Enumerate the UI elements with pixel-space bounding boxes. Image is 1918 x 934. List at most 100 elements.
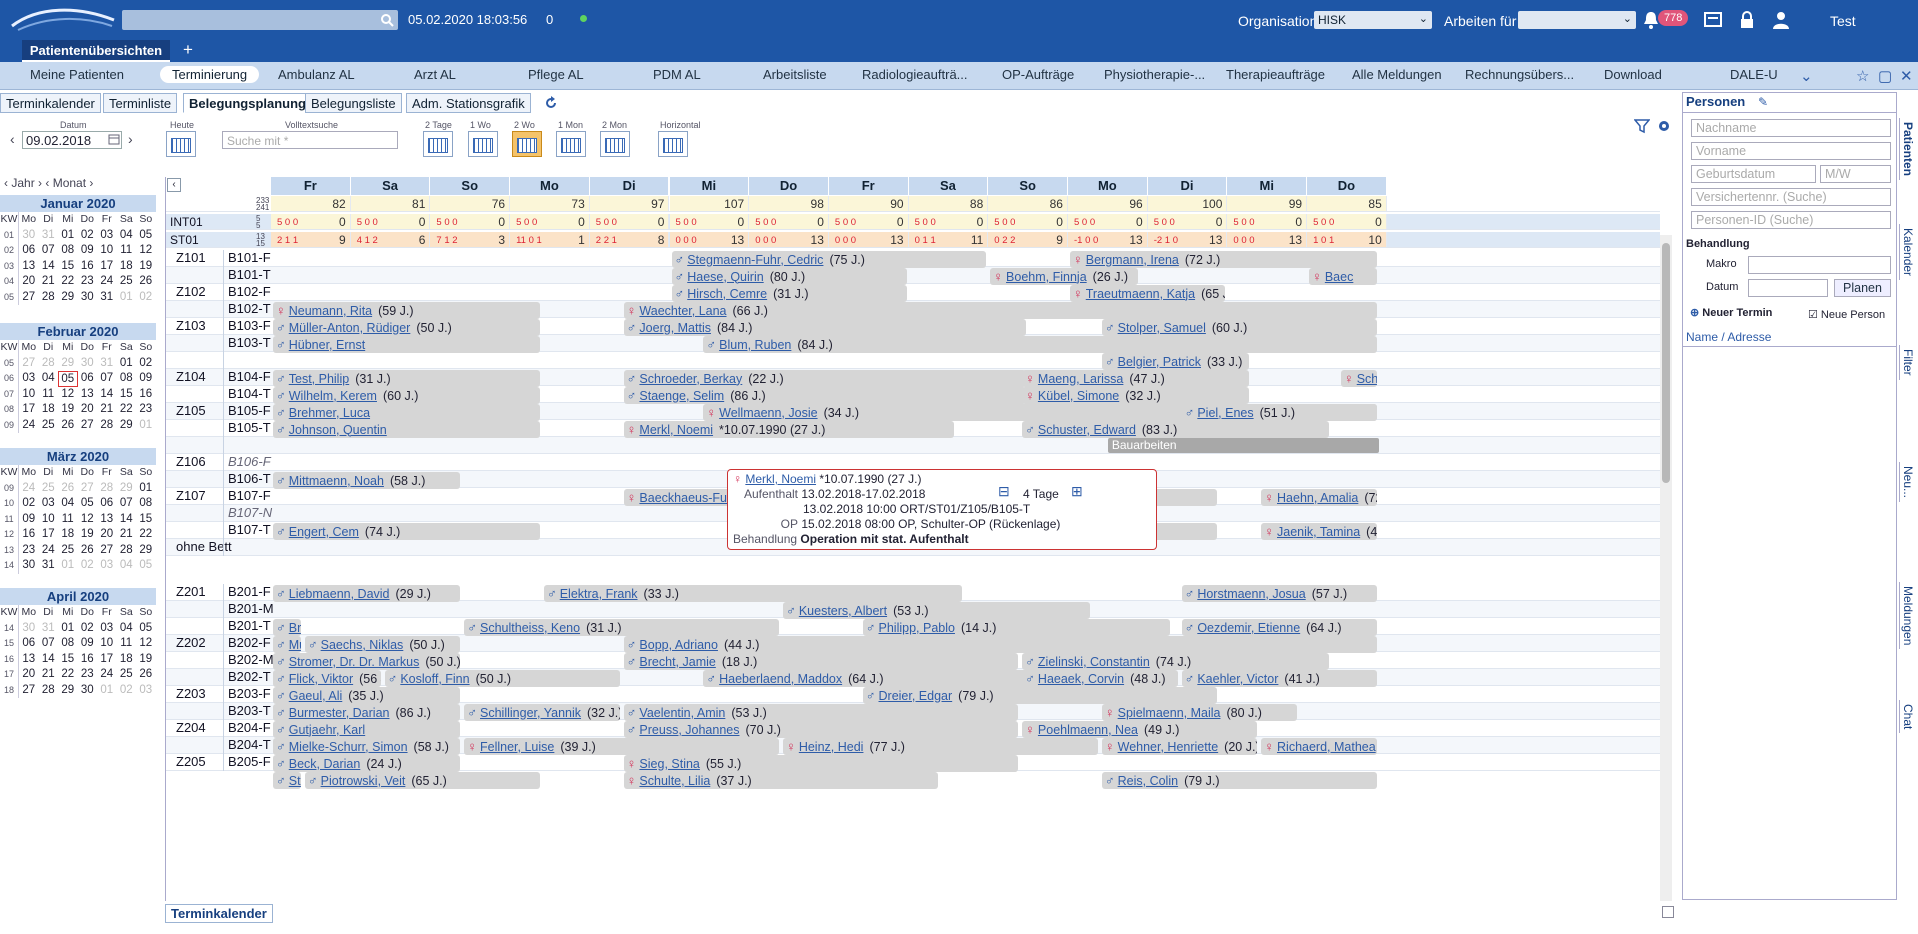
calendar-day[interactable]: 10 [19, 387, 39, 403]
bed-label[interactable]: B103-F [228, 318, 271, 333]
calendar-day[interactable]: 23 [78, 667, 98, 683]
bed-label[interactable]: B202-F [228, 635, 271, 650]
day-header[interactable]: Mo 19.02.2018 [1068, 177, 1148, 211]
calendar-day[interactable]: 18 [58, 527, 78, 543]
patient-name[interactable]: Wellmaenn, Josie [719, 406, 817, 420]
calendar-day[interactable]: 22 [117, 402, 137, 418]
patient-bar[interactable]: ♂ Stolper, Samuel (60 J.) [1101, 318, 1377, 336]
calendar-day[interactable]: 01 [136, 481, 156, 497]
calendar-day[interactable]: 25 [39, 481, 59, 497]
patient-bar[interactable]: ♀ Waechter, Lana (66 J.) [623, 301, 1377, 319]
nav-item-11[interactable]: Alle Meldungen [1352, 67, 1442, 82]
station-label[interactable]: INT01 [170, 215, 203, 229]
bed-label[interactable]: B204-T [228, 737, 271, 752]
calendar-day[interactable]: 01 [58, 228, 78, 244]
calendar-day[interactable]: 31 [39, 228, 59, 244]
planen-button[interactable]: Planen [1834, 279, 1891, 297]
bed-label[interactable]: B203-T [228, 703, 271, 718]
day-header[interactable]: Sa 10.02.2018 [350, 177, 431, 211]
versichertennr-input[interactable]: Versichertennr. (Suche) [1691, 188, 1891, 206]
calendar-day[interactable]: 29 [58, 683, 78, 699]
patient-name[interactable]: Philipp, Pablo [879, 621, 955, 635]
patient-bar[interactable]: ♂ Test, Philip (31 J.) [273, 369, 540, 387]
patient-name[interactable]: Beck, Darian [289, 757, 361, 771]
calendar-day[interactable]: 15 [117, 387, 137, 403]
patient-name[interactable]: Test, Philip [289, 372, 349, 386]
patient-bar[interactable]: ♀Haehn, Amalia (72 J.) [1261, 488, 1377, 506]
calendar-day[interactable]: 18 [117, 652, 137, 668]
personen-id-input[interactable]: Personen-ID (Suche) [1691, 211, 1891, 229]
room-label[interactable]: Z107 [176, 488, 206, 503]
calendar-day[interactable]: 05 [58, 371, 78, 387]
patient-name[interactable]: Haeaek, Corvin [1038, 672, 1124, 686]
calendar-day[interactable]: 14 [97, 387, 117, 403]
calendar-day[interactable]: 01 [117, 290, 137, 306]
patient-name[interactable]: Kaehler, Victor [1197, 672, 1278, 686]
patient-bar[interactable]: ♀ Merkl, Noemi *10.07.1990 (27 J.) [623, 420, 955, 438]
calendar-day[interactable]: 11 [39, 387, 59, 403]
patient-bar[interactable]: ♀ Boehm, Finnja (26 J.) [990, 267, 1138, 285]
patient-bar[interactable]: ♂ Hübner, Ernst [273, 335, 540, 353]
calendar-day[interactable]: 26 [78, 543, 98, 559]
patient-name[interactable]: Wehner, Henriette [1118, 740, 1219, 754]
day-header[interactable]: So 11.02.2018 [430, 177, 511, 211]
nav-item-8[interactable]: OP-Aufträge [1002, 67, 1074, 82]
calendar-day[interactable]: 19 [136, 259, 156, 275]
calendar-day[interactable]: 23 [19, 543, 39, 559]
patient-name[interactable]: Spielmaenn, Maila [1118, 706, 1221, 720]
calendar-day[interactable]: 25 [58, 543, 78, 559]
patient-bar[interactable]: ♂ Mielke-Schurr, Simon (58 J.) [273, 737, 461, 755]
room-label[interactable]: Z102 [176, 284, 206, 299]
calendar-day[interactable]: 18 [117, 259, 137, 275]
patient-name[interactable]: Kosloff, Finn [400, 672, 469, 686]
calendar-day[interactable]: 08 [58, 243, 78, 259]
patient-name[interactable]: Hübner, Ernst [289, 338, 365, 352]
bed-label[interactable]: B101-T [228, 267, 271, 282]
patient-name[interactable]: Joerg, Mattis [639, 321, 711, 335]
patient-bar[interactable]: ♂ Joerg, Mattis (84 J.) [623, 318, 1027, 336]
range-button-4[interactable] [600, 131, 630, 157]
patient-bar[interactable]: ♂Flick, Viktor (56 J.) [273, 669, 381, 687]
patient-bar[interactable]: ♀ Kübel, Simone (32 J.) [1022, 386, 1250, 404]
patient-name[interactable]: Haeberlaend, Maddox [719, 672, 842, 686]
patient-bar[interactable]: ♂ Burmester, Darian (86 J.) [273, 703, 461, 721]
plus-icon[interactable]: ⊞ [1071, 484, 1083, 499]
patient-bar[interactable]: ♂ Philipp, Pablo (14 J.) [862, 618, 1170, 636]
nachname-input[interactable]: Nachname [1691, 119, 1891, 137]
calendar-day[interactable]: 07 [97, 371, 117, 387]
calendar-day[interactable]: 15 [58, 652, 78, 668]
patient-name[interactable]: Piotrowski, Veit [321, 774, 406, 788]
patient-name[interactable]: Schultheiss, Keno [480, 621, 580, 635]
calendar-day[interactable]: 04 [117, 558, 137, 574]
calendar-day[interactable]: 27 [19, 683, 39, 699]
calendar-day[interactable]: 21 [97, 402, 117, 418]
calendar-day[interactable]: 01 [58, 558, 78, 574]
patient-bar[interactable]: ♂ Beck, Darian (24 J.) [273, 754, 461, 772]
range-button-3[interactable] [556, 131, 586, 157]
day-header[interactable]: Do 15.02.2018 [749, 177, 829, 211]
scrollbar-thumb[interactable] [1662, 243, 1670, 483]
bed-label[interactable]: B107-N [228, 505, 272, 520]
patient-bar[interactable]: ♂ Schroeder, Berkay (22 J.) [623, 369, 1027, 387]
calendar-day[interactable]: 04 [39, 371, 59, 387]
refresh-icon[interactable] [543, 95, 559, 111]
patient-stay-popup[interactable]: ♀ Merkl, Noemi *10.07.1990 (27 J.) Aufen… [727, 469, 1157, 550]
calendar-day[interactable]: 31 [39, 558, 59, 574]
side-tab-5[interactable]: Chat [1899, 700, 1917, 734]
patient-name[interactable]: Br [289, 621, 301, 635]
patient-name[interactable]: Mielke-Schurr, Simon [289, 740, 408, 754]
calendar-day[interactable]: 09 [78, 636, 98, 652]
calendar-day[interactable]: 01 [117, 356, 137, 372]
patient-name[interactable]: Schroeder, Berkay [639, 372, 742, 386]
patient-bar[interactable]: ♂ Gaeul, Ali (35 J.) [273, 686, 461, 704]
calendar-day[interactable]: 27 [97, 543, 117, 559]
patient-bar[interactable]: ♂ Kaehler, Victor (41 J.) [1181, 669, 1377, 687]
patient-bar[interactable]: ♂Mu [273, 635, 301, 653]
patient-name[interactable]: Merkl, Noemi [639, 423, 713, 437]
patient-name[interactable]: Jaenik, Tamina [1277, 525, 1360, 539]
bed-label[interactable]: B102-T [228, 301, 271, 316]
patient-bar[interactable]: ♀ Fellner, Luise (39 J.) [464, 737, 780, 755]
patient-bar[interactable]: ♂ Wilhelm, Kerem (60 J.) [273, 386, 540, 404]
patient-bar[interactable]: ♂ Saechs, Niklas (50 J.) [304, 635, 461, 653]
nav-item-3[interactable]: Arzt AL [414, 67, 456, 82]
